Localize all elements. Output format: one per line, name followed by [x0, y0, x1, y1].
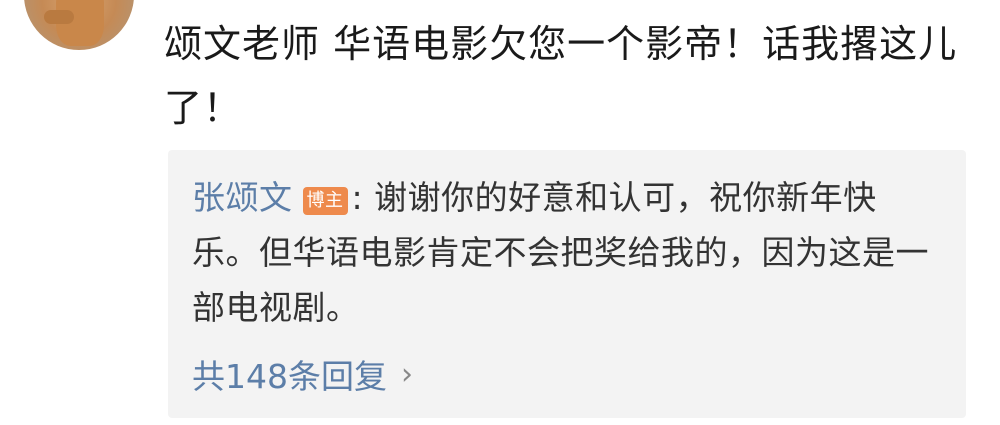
reply-content: 张颂文 博主: 谢谢你的好意和认可，祝你新年快乐。但华语电影肯定不会把奖给我的，因… [192, 170, 932, 335]
view-replies-label: 共148条回复 [192, 357, 387, 396]
cat-tail [44, 10, 74, 24]
reply-separator: : [351, 178, 364, 217]
view-replies-link[interactable]: 共148条回复 › [192, 350, 413, 398]
reply-box[interactable]: 张颂文 博主: 谢谢你的好意和认可，祝你新年快乐。但华语电影肯定不会把奖给我的，因… [168, 150, 966, 418]
chevron-right-icon: › [401, 356, 413, 392]
author-badge: 博主 [302, 187, 348, 215]
user-avatar[interactable] [24, 0, 134, 50]
reply-author[interactable]: 张颂文 [192, 178, 293, 217]
comment-text: 颂文老师 华语电影欠您一个影帝！话我撂这儿了！ [164, 22, 958, 130]
